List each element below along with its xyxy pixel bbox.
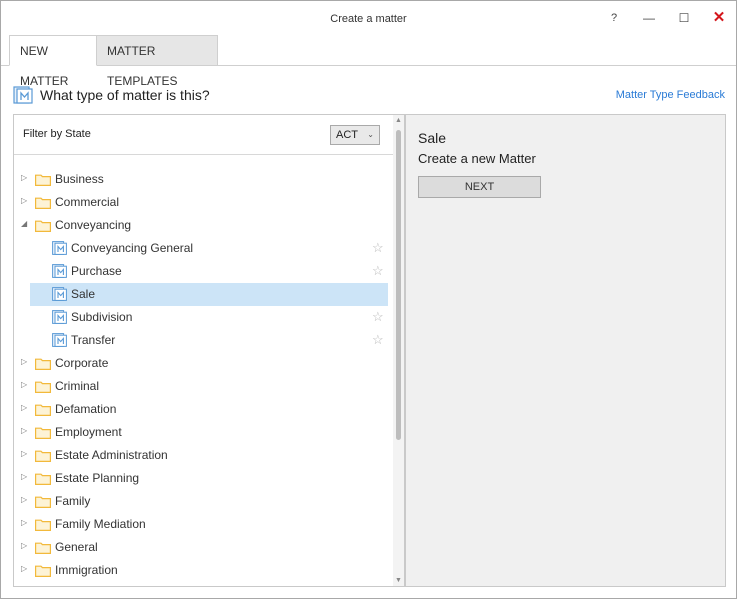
folder-icon [35,449,51,462]
tree-row-label: Estate Planning [55,471,140,485]
folder-icon [35,196,51,209]
collapsed-arrow-icon[interactable]: ▷ [21,472,27,481]
selected-matter-subtitle: Create a new Matter [418,151,536,166]
tree-row[interactable]: ◢ Conveyancing [14,214,392,237]
tree-scrollbar[interactable]: ▲ ▼ [393,115,404,586]
state-select[interactable]: ACT ⌄ [330,125,380,145]
collapsed-arrow-icon[interactable]: ▷ [21,564,27,573]
minimize-button[interactable]: — [634,7,664,29]
tree-row[interactable]: ▷ Estate Planning [14,467,392,490]
tree-row[interactable]: Subdivision ☆ [14,306,392,329]
star-icon[interactable]: ☆ [372,332,384,348]
tree-row-label: Business [55,172,104,186]
scroll-up-icon[interactable]: ▲ [393,117,404,124]
tree-row[interactable]: ▷ Family [14,490,392,513]
folder-icon [35,219,51,232]
collapsed-arrow-icon[interactable]: ▷ [21,449,27,458]
filter-bar: Filter by State ACT ⌄ [14,115,404,155]
filter-label: Filter by State [23,128,91,140]
tree-row-label: Purchase [71,264,122,278]
folder-icon [35,403,51,416]
expanded-arrow-icon[interactable]: ◢ [21,219,27,228]
page-title: What type of matter is this? [40,87,210,103]
collapsed-arrow-icon[interactable]: ▷ [21,518,27,527]
state-select-value: ACT [336,129,358,141]
matter-type-icon [52,287,67,301]
folder-icon [35,357,51,370]
tree-row[interactable]: Transfer ☆ [14,329,392,352]
collapsed-arrow-icon[interactable]: ▷ [21,403,27,412]
scroll-down-icon[interactable]: ▼ [393,577,404,584]
tree-row-label: Employment [55,425,122,439]
tab-matter-templates[interactable]: MATTER TEMPLATES [97,35,218,88]
tree-row-label: Commercial [55,195,120,209]
next-button[interactable]: NEXT [418,176,541,198]
collapsed-arrow-icon[interactable]: ▷ [21,426,27,435]
scrollbar-thumb[interactable] [396,130,401,440]
collapsed-arrow-icon[interactable]: ▷ [21,380,27,389]
tree-row-label: Family [55,494,91,508]
matter-type-feedback-link[interactable]: Matter Type Feedback [616,89,725,101]
help-button[interactable]: ? [599,7,629,29]
folder-icon [35,472,51,485]
star-icon[interactable]: ☆ [372,240,384,256]
tree-row[interactable]: ▷ Criminal [14,375,392,398]
tree-row-label: Defamation [55,402,117,416]
tree-row-label: Estate Administration [55,448,168,462]
folder-icon [35,564,51,577]
star-icon[interactable]: ☆ [372,309,384,325]
collapsed-arrow-icon[interactable]: ▷ [21,196,27,205]
question-header: What type of matter is this? Matter Type… [13,85,725,107]
folder-icon [35,495,51,508]
matter-detail-pane: Sale Create a new Matter NEXT [405,114,726,587]
title-bar: Create a matter ? — ☐ ✕ [1,1,736,37]
tree-row[interactable]: Conveyancing General ☆ [14,237,392,260]
tree-row[interactable]: ▷ Commercial [14,191,392,214]
tree-row[interactable]: ▷ Corporate [14,352,392,375]
tree-row-label: Conveyancing [55,218,132,232]
tree-row-label: Transfer [71,333,116,347]
tree-row[interactable]: ▷ Estate Administration [14,444,392,467]
collapsed-arrow-icon[interactable]: ▷ [21,541,27,550]
tab-new-matter[interactable]: NEW MATTER [9,35,97,88]
tree-row-label: Sale [71,287,96,301]
folder-icon [35,426,51,439]
star-icon[interactable]: ☆ [372,263,384,279]
tab-bar: NEW MATTER MATTER TEMPLATES [1,35,736,88]
matter-type-icon [52,264,67,278]
tree-row[interactable]: ▷ Family Mediation [14,513,392,536]
collapsed-arrow-icon[interactable]: ▷ [21,357,27,366]
tree-row-label: Criminal [55,379,100,393]
tree-row-label: Subdivision [71,310,133,324]
tree-row[interactable]: Sale [30,283,388,306]
tree-row[interactable]: ▷ Business [14,168,392,191]
tree-row-label: Corporate [55,356,109,370]
collapsed-arrow-icon[interactable]: ▷ [21,495,27,504]
matter-type-icon [52,333,67,347]
tree-row-label: Conveyancing General [71,241,194,255]
matter-type-tree: ▷ Business ▷ Commercial ◢ Conveyancing Conveya… [14,156,392,586]
selected-matter-title: Sale [418,130,447,146]
folder-icon [35,518,51,531]
tree-row-label: General [55,540,98,554]
tree-row-label: Immigration [55,563,118,577]
matter-type-icon [52,310,67,324]
matter-type-list-pane: Filter by State ACT ⌄ ▷ Business ▷ Commerci… [13,114,405,587]
matter-type-icon [52,241,67,255]
tree-row[interactable]: ▷ Defamation [14,398,392,421]
tree-row[interactable]: ▷ Employment [14,421,392,444]
folder-icon [35,173,51,186]
folder-icon [35,380,51,393]
tree-row[interactable]: ▷ Immigration [14,559,392,582]
tree-row[interactable]: Purchase ☆ [14,260,392,283]
close-button[interactable]: ✕ [704,7,734,29]
tree-row-label: Family Mediation [55,517,146,531]
folder-icon [35,541,51,554]
chevron-down-icon: ⌄ [367,130,374,139]
tree-row[interactable]: ▷ General [14,536,392,559]
matter-type-icon [13,86,33,104]
create-matter-window: Create a matter ? — ☐ ✕ NEW MATTER MATTE… [0,0,737,599]
maximize-button[interactable]: ☐ [669,7,699,29]
collapsed-arrow-icon[interactable]: ▷ [21,173,27,182]
